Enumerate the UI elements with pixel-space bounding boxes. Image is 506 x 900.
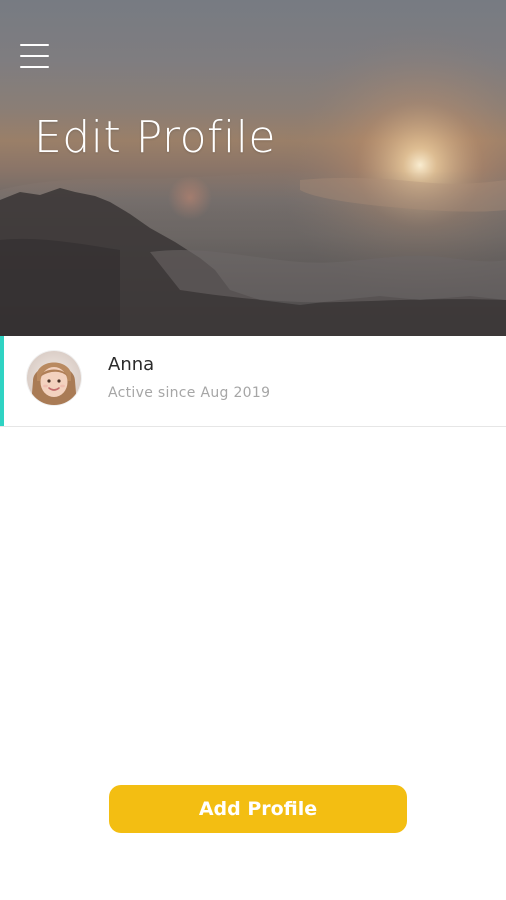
sunset-landscape-illustration [0, 0, 506, 336]
header-background-image: Edit Profile [0, 0, 506, 336]
profile-list-item[interactable]: Anna Active since Aug 2019 [0, 336, 506, 427]
profile-active-since: Active since Aug 2019 [108, 385, 271, 401]
menu-bar-bottom [20, 66, 49, 68]
avatar [27, 351, 81, 405]
hamburger-menu-icon[interactable] [18, 40, 52, 72]
profile-name: Anna [108, 354, 155, 375]
menu-bar-middle [20, 55, 49, 57]
child-avatar-icon [27, 351, 81, 405]
add-profile-button[interactable]: Add Profile [109, 785, 407, 833]
active-profile-indicator [0, 336, 4, 426]
page-title: Edit Profile [34, 112, 277, 163]
edit-profile-screen: Edit Profile Anna Active since Aug 2019 … [0, 0, 506, 900]
menu-bar-top [20, 44, 49, 46]
